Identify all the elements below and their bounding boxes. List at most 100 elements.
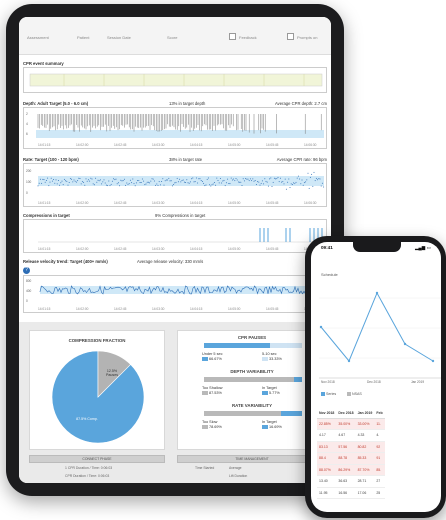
rate-point: [163, 184, 165, 186]
rate-point: [266, 181, 268, 183]
connect-phase-button[interactable]: CONNECT PHASE: [29, 455, 165, 463]
rate-point: [275, 178, 277, 180]
rate-point: [144, 184, 146, 186]
rate-point: [180, 181, 182, 183]
score-field[interactable]: Score: [167, 35, 177, 40]
rate-point: [129, 179, 131, 181]
rate-point: [319, 178, 321, 180]
patient-field[interactable]: Patient: [77, 35, 89, 40]
pauses-legend-value: 33.33%: [269, 357, 282, 361]
rate-point: [72, 181, 74, 183]
rate-point: [297, 175, 299, 177]
depth-legend-label: Too Shallow: [202, 386, 223, 390]
rate-point: [173, 184, 175, 186]
prompts-checkbox[interactable]: [287, 33, 294, 40]
rate-point: [299, 178, 301, 180]
rate-legend-1-value: 78.69%: [202, 425, 222, 429]
rate-point: [170, 180, 172, 182]
pauses-legend-label: 5-10 sec: [262, 352, 277, 356]
rate-point: [134, 185, 136, 187]
legend-swatch: [321, 392, 325, 397]
table-row: 13.40 36.63 28.71 27: [317, 475, 385, 488]
rate-point: [51, 180, 53, 182]
rate-point: [101, 183, 103, 185]
rate-point: [105, 184, 107, 186]
time-tick-label: 14:05:45: [266, 307, 279, 311]
signal-battery-icon: ▂▄▆ ▭: [415, 245, 431, 250]
rate-point: [155, 184, 157, 186]
rate-point: [81, 181, 83, 183]
column-header: Nov 2018: [317, 408, 337, 419]
rate-point: [120, 179, 122, 181]
rate-point: [157, 184, 159, 186]
summary-timeline: [29, 73, 323, 87]
rate-point: [236, 179, 238, 181]
rate-point: [189, 181, 191, 183]
rate-point: [228, 182, 230, 184]
pauses-legend-label: Under 5 sec: [202, 352, 223, 356]
rate-point: [217, 179, 219, 181]
tablet-device: Assessment Patient Session Date Score Fe…: [6, 4, 344, 496]
feedback-checkbox[interactable]: [229, 33, 236, 40]
legend-swatch: [347, 392, 351, 397]
assessment-field[interactable]: Assessment: [27, 35, 49, 40]
compressions-plot: [38, 228, 324, 243]
rate-point: [107, 185, 109, 187]
depth-plot: [36, 114, 324, 138]
table-cell: 83.13: [317, 441, 337, 453]
rate-point: [53, 178, 55, 180]
pause-slice-label: 12.5% Pauses: [106, 369, 118, 377]
rate-point: [191, 178, 193, 180]
rate-point: [239, 181, 241, 183]
rate-point: [215, 184, 217, 186]
time-tick-label: 14:04:15: [190, 307, 203, 311]
rate-point: [229, 183, 231, 185]
rate-point: [126, 182, 128, 184]
rate-point: [259, 184, 261, 186]
depth-legend-1-value: 87.53%: [202, 391, 222, 395]
rate-point: [288, 178, 290, 180]
column-header: Dec 2018: [336, 408, 356, 419]
rate-point: [272, 181, 274, 183]
legend-swatch: [262, 391, 268, 395]
rate-point: [308, 187, 310, 189]
info-icon[interactable]: ?: [23, 267, 30, 274]
phone-data-point: [431, 359, 435, 363]
depth-chart: 2 4 6 14:01:15 14:02:00 14:02:45 14:03:30 14…: [23, 107, 327, 149]
rate-point: [281, 181, 283, 183]
rate-point: [90, 177, 92, 179]
legend-swatch: [202, 391, 208, 395]
table-cell: 4.: [374, 429, 385, 442]
pauses-legend-2-value: 33.33%: [262, 357, 282, 361]
column-header: Jan 2019: [355, 408, 375, 419]
rate-point: [200, 179, 202, 181]
rate-point: [150, 180, 152, 182]
table-cell: 4.17: [317, 429, 337, 442]
rate-point: [203, 182, 205, 184]
phone-screen: 09:41 ▂▄▆ ▭ Schedule Nov 2018 Dec 2018 J…: [311, 242, 441, 512]
session-date-field[interactable]: Session Date: [107, 35, 131, 40]
time-tick-label: 14:05:45: [266, 201, 279, 205]
table-row: 4.17 4.67 4.33 4.: [317, 429, 385, 442]
rate-point: [255, 184, 257, 186]
phone-clock: 09:41: [321, 245, 333, 250]
depth-legend-2: In Target: [262, 386, 277, 390]
rate-point: [182, 179, 184, 181]
rate-point: [269, 178, 271, 180]
table-cell: 88.4: [317, 452, 337, 465]
rate-point: [218, 182, 220, 184]
rate-point: [258, 181, 260, 183]
rate-point: [188, 182, 190, 184]
schedule-link[interactable]: Schedule: [321, 272, 338, 277]
rate-point: [117, 182, 119, 184]
feedback-label: Feedback: [239, 35, 257, 40]
legend-swatch: [202, 425, 208, 429]
rate-point: [152, 178, 154, 180]
rate-point: [44, 181, 46, 183]
rate-point: [50, 177, 52, 179]
table-row: 88.07% 86.29% 87.70% 85.: [317, 464, 385, 476]
table-cell: 91: [374, 452, 385, 465]
time-tick-label: 14:05:00: [228, 143, 241, 147]
depth-average: Average CPR depth: 2.7 cm: [274, 101, 327, 106]
rate-point: [103, 179, 105, 181]
